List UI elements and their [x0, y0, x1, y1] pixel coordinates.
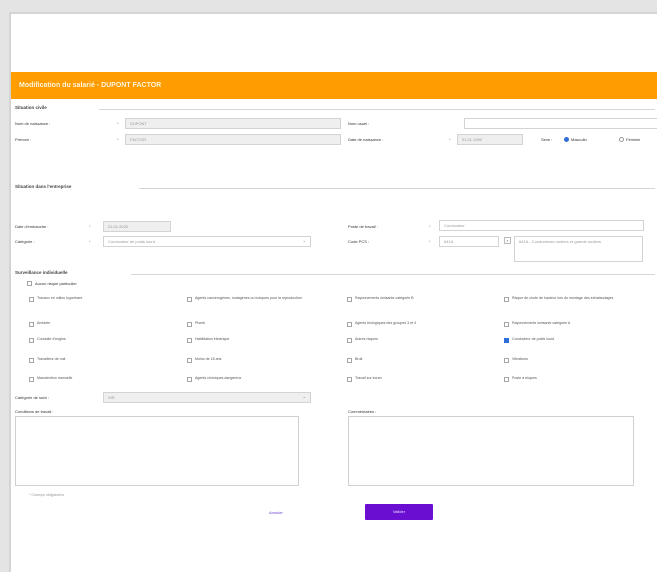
form-header: Modification du salarié - DUPONT FACTOR [11, 72, 657, 99]
risk-checkbox[interactable] [347, 358, 352, 363]
required-marker: * [117, 121, 119, 126]
modal-card: Modification du salarié - DUPONT FACTOR … [9, 12, 657, 572]
risk-checkbox[interactable] [187, 358, 192, 363]
risk-checkbox[interactable] [29, 297, 34, 302]
required-marker: * [429, 239, 431, 244]
risk-checkbox[interactable] [504, 297, 509, 302]
risk-checkbox[interactable] [504, 322, 509, 327]
risk-checkbox[interactable] [347, 297, 352, 302]
required-marker: * [449, 137, 451, 142]
risk-option-label: Travailleur de nuit [37, 357, 66, 361]
risk-option-label: Agents chimiques dangereux [195, 376, 242, 380]
risk-checkbox[interactable] [187, 377, 192, 382]
code-pcs-field[interactable]: 641A [439, 236, 499, 247]
conditions-travail-label: Conditions de travail : [15, 409, 54, 414]
section-title-etat-civil: Situation civile [15, 105, 47, 110]
categorie-suivi-select[interactable]: SIR ⌄ [103, 392, 311, 403]
risk-checkbox-checked[interactable] [504, 338, 509, 343]
sexe-option-label: Féminin [626, 137, 641, 142]
risk-checkbox[interactable] [29, 322, 34, 327]
risk-option-label: Plomb [195, 321, 206, 325]
nom-usuel-field[interactable] [464, 118, 657, 129]
risk-checkbox[interactable] [187, 322, 192, 327]
nom-usuel-label: Nom usuel : [348, 121, 370, 126]
date-embauche-field[interactable]: 01.01.2020 [103, 221, 171, 232]
statut-value: Conducteur de poids lourd [108, 239, 155, 244]
chevron-down-icon: ⌄ [302, 394, 306, 399]
statut-label: Catégorie : [15, 239, 35, 244]
risk-option-label: Autres risques [355, 337, 378, 341]
date-naissance-label: Date de naissance : [348, 137, 384, 142]
risk-checkbox[interactable] [347, 322, 352, 327]
risk-option-label: Habilitation électrique [195, 337, 230, 341]
conditions-travail-textarea[interactable] [15, 416, 299, 486]
code-pcs-description: 641A - Conducteurs routiers et grands ro… [514, 236, 643, 262]
risk-checkbox[interactable] [347, 338, 352, 343]
required-marker: * [117, 137, 119, 142]
section-divider [99, 109, 655, 110]
cancel-button[interactable]: Annuler [269, 510, 283, 515]
commentaires-textarea[interactable] [348, 416, 634, 486]
aucun-risque-label: Aucun risque particulier [35, 281, 77, 286]
sexe-option-label: Masculin [571, 137, 587, 142]
risk-checkbox[interactable] [29, 358, 34, 363]
risk-option-label: Travaux en milieu hyperbare [37, 296, 83, 300]
risk-option-label: Agents biologiques des groupes 3 et 4 [355, 321, 417, 325]
risk-option-label: Travail sur écran [355, 376, 382, 380]
risk-option-label: Agents cancérogènes, mutagènes ou toxiqu… [195, 296, 302, 300]
date-embauche-label: Date d'embauche : [15, 224, 49, 229]
risk-checkbox[interactable] [504, 377, 509, 382]
section-divider [139, 188, 655, 189]
risk-option-label: Conduite d'engins [37, 337, 66, 341]
risk-option-label: Manutention manuelle [37, 376, 73, 380]
statut-select[interactable]: Conducteur de poids lourd ⌄ [103, 236, 311, 247]
required-note: * Champs obligatoires [29, 493, 65, 497]
risk-option-label: Vibrations [512, 357, 528, 361]
risk-option-label: Moins de 18 ans [195, 357, 222, 361]
nom-label: Nom de naissance : [15, 121, 51, 126]
section-title-surveillance: Surveillance individuelle [15, 270, 68, 275]
search-icon[interactable]: ⌕ [504, 237, 511, 244]
poste-label: Poste de travail : [348, 224, 378, 229]
risk-option-label: Poste à risques [512, 376, 537, 380]
poste-field[interactable]: Conducteur [439, 220, 644, 231]
risk-option-label: Bruit [355, 357, 363, 361]
risk-option-label: Conducteur de poids lourd [512, 337, 555, 341]
risk-checkbox[interactable] [504, 358, 509, 363]
code-pcs-label: Code PCS : [348, 239, 370, 244]
risk-checkbox[interactable] [187, 338, 192, 343]
risk-checkbox[interactable] [347, 377, 352, 382]
required-marker: * [89, 224, 91, 229]
nom-field[interactable]: DUPONT [125, 118, 341, 129]
risk-option-label: Amiante [37, 321, 51, 325]
risk-checkbox[interactable] [29, 377, 34, 382]
aucun-risque-checkbox[interactable] [27, 281, 32, 286]
prenom-field[interactable]: FACTOR [125, 134, 341, 145]
sexe-radio-masculin[interactable] [564, 137, 569, 142]
form-title: Modification du salarié - DUPONT FACTOR [19, 82, 162, 89]
risk-option-label: Rayonnements ionisants catégorie A [512, 321, 571, 325]
required-marker: * [89, 239, 91, 244]
sexe-label: Sexe : [541, 137, 553, 142]
required-marker: * [429, 224, 431, 229]
categorie-suivi-value: SIR [108, 395, 115, 400]
risk-option-label: Rayonnements ionisants catégorie B [355, 296, 414, 300]
risk-option-label: Risque de chute de hauteur lors du monta… [512, 296, 614, 300]
prenom-label: Prénom : [15, 137, 32, 142]
date-naissance-field[interactable]: 01.01.1990 [457, 134, 523, 145]
section-divider [131, 274, 655, 275]
commentaires-label: Commentaires : [348, 409, 377, 414]
chevron-down-icon: ⌄ [302, 238, 306, 243]
submit-button[interactable]: Valider [365, 504, 433, 520]
section-title-entreprise: Situation dans l'entreprise [15, 184, 72, 189]
categorie-suivi-label: Catégorie de suivi : [15, 395, 50, 400]
risk-checkbox[interactable] [187, 297, 192, 302]
sexe-radio-feminin[interactable] [619, 137, 624, 142]
risk-checkbox[interactable] [29, 338, 34, 343]
